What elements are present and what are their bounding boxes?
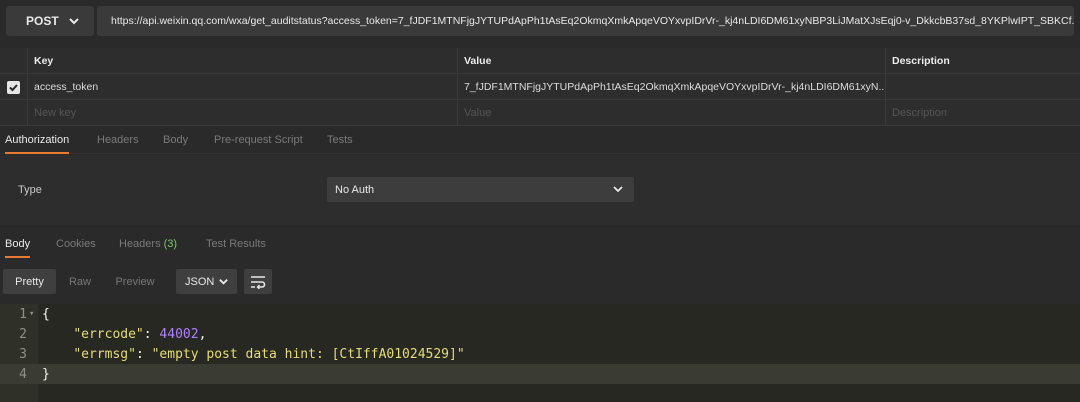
tab-test-results[interactable]: Test Results	[206, 230, 266, 258]
format-select[interactable]: JSON	[176, 269, 237, 294]
line-number: 1	[19, 306, 27, 322]
tab-body[interactable]: Body	[163, 126, 188, 154]
tab-cookies[interactable]: Cookies	[56, 230, 96, 258]
json-number: 44002	[159, 326, 199, 342]
auth-type-label: Type	[18, 184, 42, 196]
code-line: 1 ▾ {	[0, 304, 1080, 324]
method-dropdown[interactable]: POST	[6, 6, 94, 36]
method-label: POST	[26, 14, 59, 28]
format-value: JSON	[185, 275, 215, 288]
param-enabled-checkbox[interactable]	[7, 80, 20, 94]
json-key: "errmsg"	[73, 346, 136, 362]
line-number: 4	[19, 366, 27, 382]
code-line: 2 "errcode": 44002,	[0, 324, 1080, 344]
url-input[interactable]: https://api.weixin.qq.com/wxa/get_audits…	[97, 6, 1074, 36]
response-body-editor[interactable]: 1 ▾ { 2 "errcode": 44002, 3 "errmsg": "e…	[0, 304, 1080, 402]
line-number: 3	[19, 346, 27, 362]
new-description-input[interactable]: Description	[886, 100, 1080, 126]
tab-tests[interactable]: Tests	[327, 126, 353, 154]
pretty-button[interactable]: Pretty	[3, 269, 56, 294]
code-line-current: 4 }	[0, 364, 1080, 384]
auth-type-select[interactable]: No Auth	[327, 177, 634, 202]
request-tabs: Authorization Headers Body Pre-request S…	[0, 126, 1080, 154]
url-text: https://api.weixin.qq.com/wxa/get_audits…	[111, 15, 1074, 27]
col-key-header: Key	[28, 48, 458, 74]
param-value[interactable]: 7_fJDF1MTNFjgJYTUPdApPh1tAsEq2OkmqXmkApq…	[458, 74, 886, 100]
response-headers-label: Headers	[119, 238, 161, 250]
chevron-down-icon	[219, 279, 228, 285]
tab-response-body[interactable]: Body	[5, 230, 31, 258]
check-icon	[9, 83, 18, 91]
raw-button[interactable]: Raw	[61, 269, 99, 294]
response-tabs: Body Cookies Headers (3) Test Results	[0, 230, 1080, 258]
json-string: "empty post data hint: [CtIffA01024529]"	[151, 346, 465, 362]
authorization-panel: Type No Auth	[0, 155, 1080, 225]
tab-authorization[interactable]: Authorization	[5, 126, 70, 154]
col-description-header: Description	[892, 55, 950, 67]
wrap-lines-icon	[251, 275, 266, 289]
param-key[interactable]: access_token	[28, 74, 458, 100]
tab-response-headers[interactable]: Headers (3)	[119, 230, 177, 258]
json-key: "errcode"	[73, 326, 144, 342]
response-toolbar: Pretty Raw Preview JSON	[0, 266, 1080, 300]
response-headers-count: (3)	[163, 238, 178, 250]
preview-button[interactable]: Preview	[108, 269, 162, 294]
line-number: 2	[19, 326, 27, 342]
col-value-header: Value	[458, 48, 886, 74]
new-value-input[interactable]: Value	[458, 100, 886, 126]
params-header-row: Key Value Description	[0, 48, 1080, 74]
request-bar: POST https://api.weixin.qq.com/wxa/get_a…	[0, 0, 1080, 44]
auth-type-value: No Auth	[335, 183, 375, 196]
tab-headers[interactable]: Headers	[97, 126, 139, 154]
param-description[interactable]	[886, 74, 1080, 100]
code-text: {	[42, 306, 50, 322]
fold-arrow-icon[interactable]: ▾	[29, 309, 34, 319]
new-key-input[interactable]: New key	[28, 100, 458, 126]
wrap-lines-button[interactable]	[244, 269, 272, 294]
tab-pre-request-script[interactable]: Pre-request Script	[214, 126, 303, 154]
code-text: }	[42, 366, 50, 382]
params-table: Key Value Description access_token 7_fJD…	[0, 48, 1080, 126]
code-line: 3 "errmsg": "empty post data hint: [CtIf…	[0, 344, 1080, 364]
param-row-new: New key Value Description	[0, 100, 1080, 126]
param-row: access_token 7_fJDF1MTNFjgJYTUPdApPh1tAs…	[0, 74, 1080, 100]
chevron-down-icon	[613, 186, 623, 193]
chevron-down-icon	[69, 18, 79, 25]
